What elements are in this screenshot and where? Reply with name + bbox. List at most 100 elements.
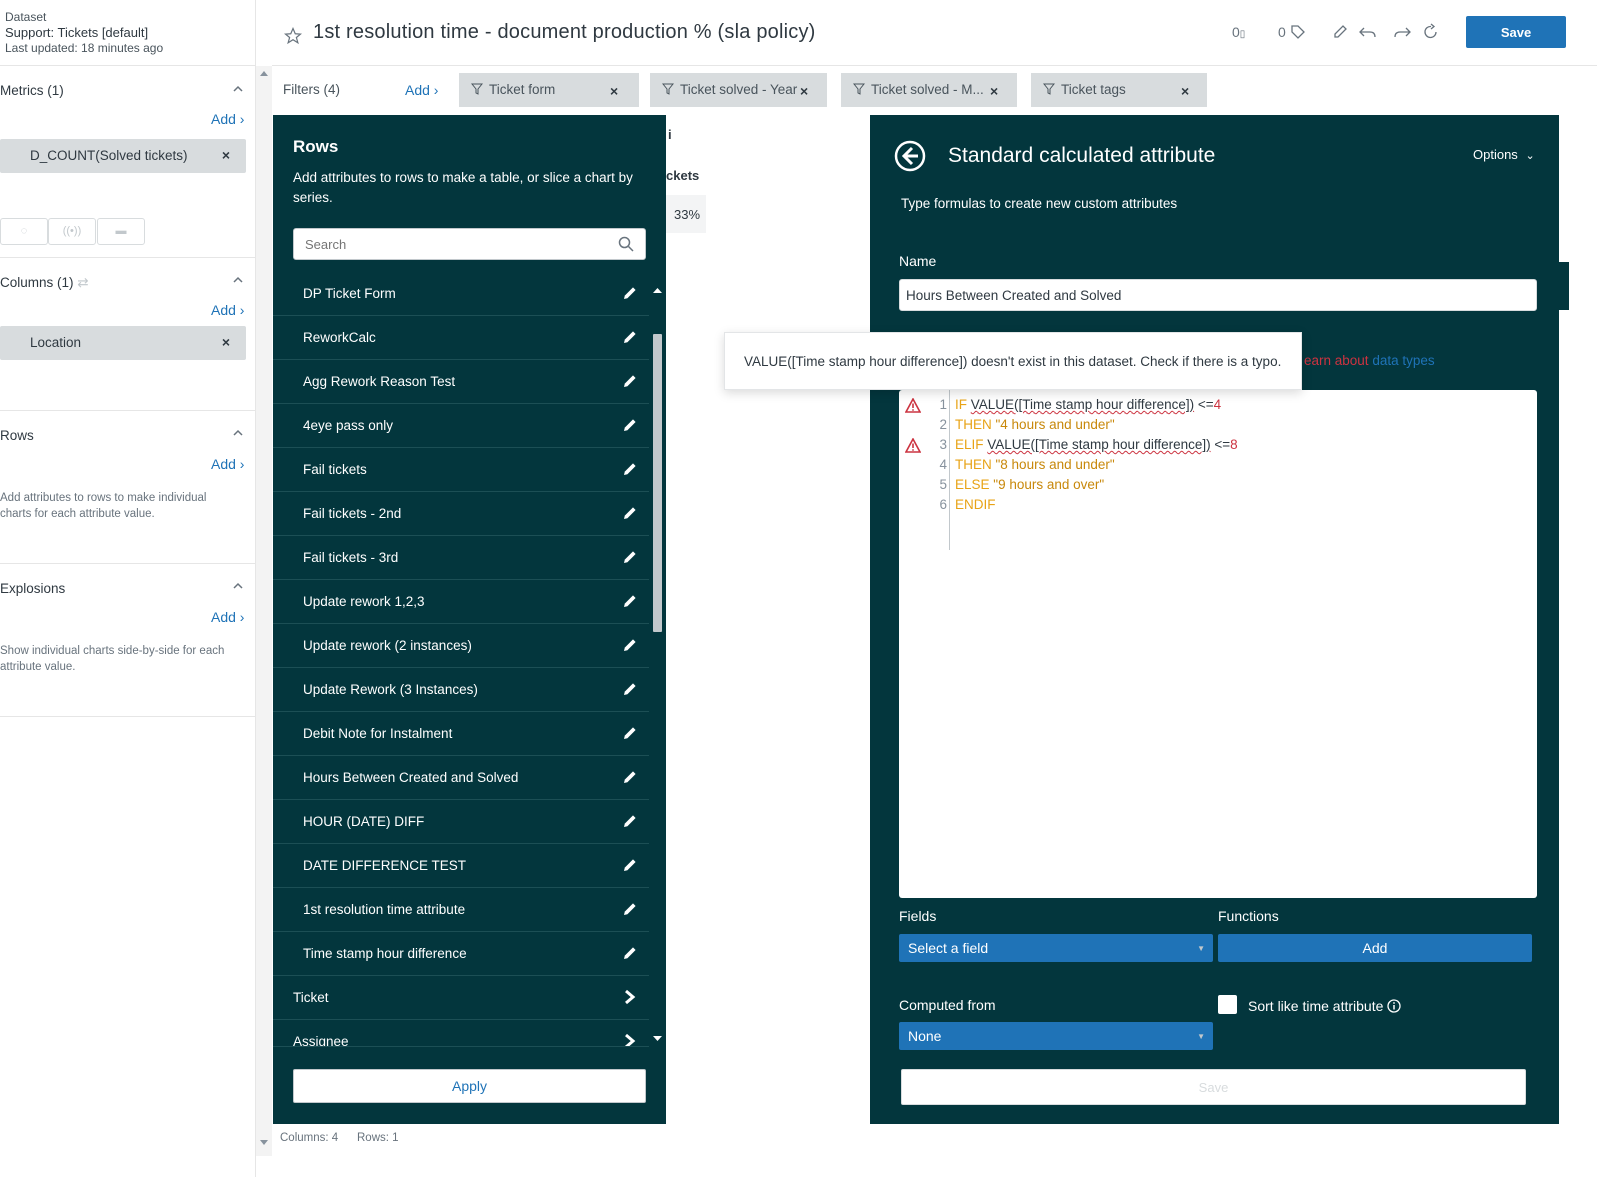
info-icon[interactable] <box>1387 999 1401 1013</box>
metric-pill[interactable]: D_COUNT(Solved tickets) × <box>0 139 246 173</box>
chevron-up-icon[interactable] <box>232 580 244 592</box>
pencil-icon[interactable] <box>622 901 638 917</box>
list-item[interactable]: Agg Rework Reason Test <box>273 360 649 404</box>
list-item[interactable]: Hours Between Created and Solved <box>273 756 649 800</box>
options-dropdown[interactable]: Options ⌄ <box>1473 147 1535 162</box>
columns-add-link[interactable]: Add › <box>211 302 244 318</box>
filter-chip-ticket-solved-year[interactable]: Ticket solved - Year × <box>650 73 827 107</box>
pencil-icon[interactable] <box>622 681 638 697</box>
pencil-icon[interactable] <box>622 505 638 521</box>
filter-chip-ticket-solved-month[interactable]: Ticket solved - M... × <box>841 73 1017 107</box>
tag-counter[interactable]: 0 <box>1278 24 1306 40</box>
droplet-icon[interactable]: ◌ <box>0 218 48 245</box>
undo-icon[interactable] <box>1359 24 1377 40</box>
close-icon[interactable]: × <box>222 334 230 350</box>
close-icon[interactable]: × <box>610 83 618 99</box>
refresh-icon[interactable] <box>1423 23 1439 41</box>
save-attribute-button[interactable]: Save <box>901 1069 1526 1105</box>
list-item[interactable]: 1st resolution time attribute <box>273 888 649 932</box>
filters-add-link[interactable]: Add › <box>405 82 438 98</box>
redo-icon[interactable] <box>1393 24 1411 40</box>
close-icon[interactable]: × <box>990 83 998 99</box>
list-item[interactable]: Fail tickets - 2nd <box>273 492 649 536</box>
pencil-icon[interactable] <box>622 461 638 477</box>
scroll-up-icon[interactable] <box>653 287 662 293</box>
apply-button[interactable]: Apply <box>293 1069 646 1103</box>
back-arrow-icon[interactable] <box>894 140 926 172</box>
pencil-icon[interactable] <box>622 637 638 653</box>
edit-icon[interactable] <box>1332 24 1348 40</box>
pencil-icon[interactable] <box>622 329 638 345</box>
pencil-icon[interactable] <box>622 549 638 565</box>
pencil-icon[interactable] <box>622 769 638 785</box>
filter-chip-ticket-tags[interactable]: Ticket tags × <box>1031 73 1207 107</box>
pencil-icon[interactable] <box>622 857 638 873</box>
list-item[interactable]: ReworkCalc <box>273 316 649 360</box>
chevron-up-icon[interactable] <box>232 274 244 286</box>
scroll-down-icon[interactable] <box>653 1036 662 1042</box>
pencil-icon[interactable] <box>622 813 638 829</box>
pencil-icon[interactable] <box>622 373 638 389</box>
pencil-icon[interactable] <box>622 417 638 433</box>
learn-about-link[interactable]: earn about data types <box>1304 353 1435 368</box>
table-preview-fragment: i ckets 33% <box>666 115 870 1124</box>
list-item[interactable]: Debit Note for Instalment <box>273 712 649 756</box>
add-function-button[interactable]: Add <box>1218 934 1532 962</box>
list-item[interactable]: Time stamp hour difference <box>273 932 649 976</box>
close-icon[interactable]: × <box>222 147 230 163</box>
formula-editor[interactable]: 1 IF VALUE([Time stamp hour difference])… <box>899 390 1537 898</box>
scroll-up-icon[interactable] <box>260 70 268 76</box>
filter-chip-ticket-form[interactable]: Ticket form × <box>459 73 639 107</box>
rows-add-link[interactable]: Add › <box>211 456 244 472</box>
chevron-up-icon[interactable] <box>232 83 244 95</box>
scrollbar-thumb[interactable] <box>653 334 662 632</box>
comment-icon[interactable]: ▬ <box>97 218 145 245</box>
close-icon[interactable]: × <box>800 83 808 99</box>
pencil-icon[interactable] <box>622 725 638 741</box>
list-item[interactable]: 4eye pass only <box>273 404 649 448</box>
drawer-handle[interactable] <box>1559 262 1569 310</box>
comment-counter[interactable]: 0▯ <box>1232 24 1245 40</box>
explosions-add-link[interactable]: Add › <box>211 609 244 625</box>
dataset-name[interactable]: Support: Tickets [default] <box>5 25 148 40</box>
rows-panel-description: Add attributes to rows to make a table, … <box>293 170 633 205</box>
pencil-icon[interactable] <box>622 593 638 609</box>
report-title[interactable]: 1st resolution time - document productio… <box>313 21 816 44</box>
search-input[interactable] <box>293 228 646 260</box>
list-item[interactable]: Update Rework (3 Instances) <box>273 668 649 712</box>
swap-icon[interactable]: ⇄ <box>77 275 88 290</box>
list-item[interactable]: HOUR (DATE) DIFF <box>273 800 649 844</box>
scroll-down-icon[interactable] <box>260 1140 268 1146</box>
list-item-label: DATE DIFFERENCE TEST <box>303 858 467 873</box>
list-item[interactable]: Update rework (2 instances) <box>273 624 649 668</box>
metrics-add-link[interactable]: Add › <box>211 111 244 127</box>
computed-from-select[interactable]: None ▼ <box>899 1022 1213 1050</box>
star-icon[interactable] <box>284 27 302 45</box>
sidebar-scrollbar[interactable] <box>256 66 272 1156</box>
rows-scrollbar[interactable] <box>649 282 666 1047</box>
list-item-label: HOUR (DATE) DIFF <box>303 814 425 829</box>
save-button[interactable]: Save <box>1466 16 1566 48</box>
chevron-up-icon[interactable] <box>232 427 244 439</box>
rows-description: Add attributes to rows to make individua… <box>0 492 207 520</box>
list-item-label: ReworkCalc <box>303 330 376 345</box>
table-header-fragment: i <box>668 127 672 142</box>
signal-icon[interactable]: ((•)) <box>48 218 96 245</box>
list-item[interactable]: Fail tickets - 3rd <box>273 536 649 580</box>
chevron-right-icon[interactable] <box>622 1033 638 1047</box>
pencil-icon[interactable] <box>622 945 638 961</box>
pencil-icon[interactable] <box>622 285 638 301</box>
list-group-ticket[interactable]: Ticket <box>273 976 649 1020</box>
field-select[interactable]: Select a field ▼ <box>899 934 1213 962</box>
column-pill[interactable]: Location × <box>0 326 246 360</box>
close-icon[interactable]: × <box>1181 83 1189 99</box>
list-group-assignee[interactable]: Assignee <box>273 1020 649 1047</box>
list-item[interactable]: Update rework 1,2,3 <box>273 580 649 624</box>
list-item[interactable]: DP Ticket Form <box>273 272 649 316</box>
sort-time-checkbox[interactable] <box>1218 995 1237 1014</box>
list-item[interactable]: DATE DIFFERENCE TEST <box>273 844 649 888</box>
name-field[interactable] <box>899 279 1537 311</box>
search-icon[interactable] <box>618 236 634 252</box>
list-item[interactable]: Fail tickets <box>273 448 649 492</box>
chevron-right-icon[interactable] <box>622 989 638 1005</box>
